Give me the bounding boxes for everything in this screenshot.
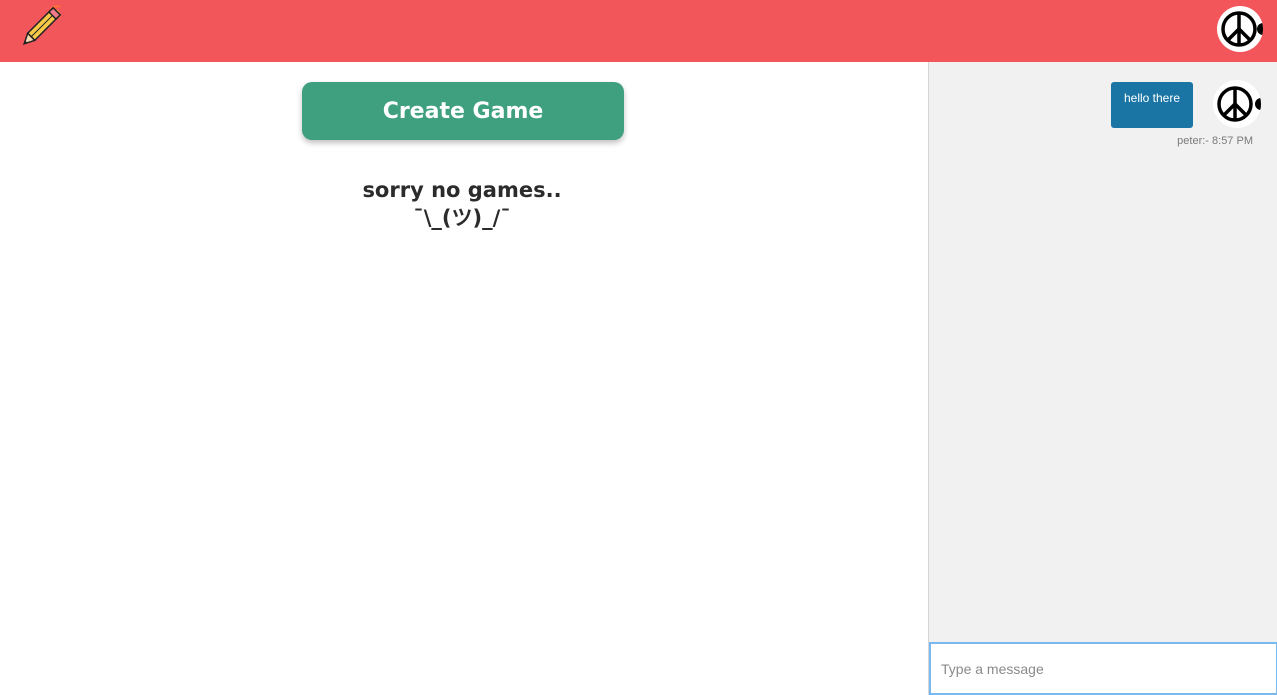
game-lobby: Create Game sorry no games.. ¯\_(ツ)_/¯ <box>0 62 928 695</box>
message-input[interactable] <box>929 642 1277 695</box>
peace-sign-icon <box>1221 11 1263 47</box>
top-navbar <box>0 0 1277 62</box>
no-games-message: sorry no games.. <box>362 178 562 202</box>
chat-message-bubble: hello there <box>1111 82 1193 128</box>
chat-panel: hello there peter:- 8:57 PM <box>928 62 1277 695</box>
shrug-emoticon: ¯\_(ツ)_/¯ <box>413 206 511 230</box>
create-game-button[interactable]: Create Game <box>302 82 624 140</box>
chat-message-meta: peter:- 8:57 PM <box>1177 135 1253 147</box>
empty-state: sorry no games.. ¯\_(ツ)_/¯ <box>0 176 924 232</box>
pencil-logo-icon[interactable] <box>14 4 64 54</box>
chat-message-avatar <box>1213 80 1261 128</box>
user-avatar[interactable] <box>1217 6 1263 52</box>
peace-sign-icon <box>1217 86 1261 122</box>
